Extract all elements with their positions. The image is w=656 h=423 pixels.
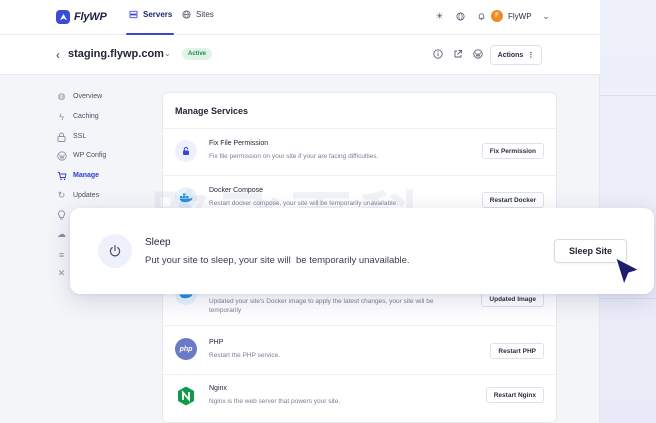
sidebar-item-label: WP Config <box>73 152 107 159</box>
tab-sites[interactable]: Sites <box>181 9 214 20</box>
service-description: Nginx is the web server that powers your… <box>209 398 341 405</box>
cart-icon <box>56 170 67 181</box>
server-header: ‹ staging.flywp.com ⌄ Active Actions ⋮ <box>0 35 600 75</box>
chevron-down-icon: ⌄ <box>542 10 550 21</box>
flywp-logo-icon <box>56 10 70 24</box>
fix-permission-button[interactable]: Fix Permission <box>481 143 544 159</box>
wordpress-icon[interactable] <box>472 48 483 59</box>
sidebar-item-label: Updates <box>73 192 100 199</box>
restart-nginx-button[interactable]: Restart Nginx <box>485 387 544 403</box>
tab-sites-label: Sites <box>196 10 214 19</box>
sidebar-item-wp-config[interactable]: WP Config <box>56 150 106 161</box>
service-name: PHP <box>209 339 224 346</box>
cloud-icon: ☁ <box>57 229 66 239</box>
sidebar-item-ssl[interactable]: SSL <box>56 131 86 142</box>
chevron-down-icon[interactable]: ⌄ <box>164 49 171 58</box>
globe-icon[interactable] <box>455 11 466 22</box>
divider <box>163 374 556 375</box>
lock-icon <box>175 140 197 162</box>
wordpress-icon <box>56 150 67 161</box>
service-description: Fix file permission on your site if your… <box>209 153 379 160</box>
service-name: Fix File Permission <box>209 140 269 147</box>
globe-icon: ◍ <box>57 91 66 101</box>
sidebar-item-label: SSL <box>73 133 87 140</box>
globe-icon <box>181 9 192 20</box>
panel-title: Manage Services <box>175 106 249 116</box>
sidebar-item-overview[interactable]: ◍ Overview <box>56 91 103 102</box>
service-description: Updated your site's Docker image to appl… <box>209 298 434 314</box>
divider <box>163 128 556 129</box>
divider <box>163 175 556 176</box>
restart-docker-button[interactable]: Restart Docker <box>481 192 544 208</box>
sun-icon[interactable]: ☀ <box>434 11 445 22</box>
external-link-icon[interactable] <box>452 48 463 59</box>
status-badge: Active <box>182 48 213 60</box>
user-name: FlyWP <box>508 11 532 21</box>
bolt-icon: ϟ <box>59 111 64 122</box>
sleep-card: Sleep Put your site to sleep, your site … <box>70 208 654 294</box>
brand-name: FlyWP <box>74 11 107 23</box>
actions-button[interactable]: Actions ⋮ <box>490 45 542 65</box>
restart-php-button[interactable]: Restart PHP <box>490 343 544 359</box>
docker-icon <box>175 187 197 209</box>
service-description: Restart the PHP service. <box>209 352 281 359</box>
sleep-description: Put your site to sleep, your site will b… <box>145 255 410 266</box>
server-name: staging.flywp.com <box>68 48 164 60</box>
lock-icon <box>56 131 67 142</box>
list-icon: ≡ <box>58 249 65 260</box>
background-rule <box>600 95 656 96</box>
sidebar-item-caching[interactable]: ϟ Caching <box>56 111 99 122</box>
php-icon: php <box>175 338 197 360</box>
sidebar-item-manage[interactable]: Manage <box>56 170 99 181</box>
sleep-title: Sleep <box>145 237 171 248</box>
top-navigation: FlyWP Servers Sites ☀ F FlyWP ⌄ <box>0 0 600 35</box>
nginx-icon <box>175 385 197 407</box>
user-menu[interactable]: F FlyWP ⌄ <box>491 10 552 22</box>
info-icon[interactable] <box>432 48 443 59</box>
brand-logo[interactable]: FlyWP <box>56 10 107 24</box>
more-vertical-icon: ⋮ <box>527 52 535 59</box>
refresh-icon: ↻ <box>57 190 66 200</box>
sidebar-item-label: Overview <box>73 93 103 100</box>
service-description: Restart docker compose, your site will b… <box>209 200 398 207</box>
sidebar-item-updates[interactable]: ↻ Updates <box>56 190 99 201</box>
cursor-icon <box>612 254 644 295</box>
service-name: Nginx <box>209 385 227 392</box>
service-name: Docker Compose <box>209 187 264 194</box>
bell-icon[interactable] <box>476 11 487 22</box>
tab-servers-label: Servers <box>143 10 173 19</box>
divider <box>163 325 556 326</box>
background-rule <box>600 298 656 299</box>
sidebar-item-label: Caching <box>73 113 99 120</box>
sidebar-item-label: Manage <box>73 172 100 179</box>
tools-icon: ✕ <box>57 268 66 278</box>
avatar: F <box>491 10 503 22</box>
back-arrow-icon[interactable]: ‹ <box>56 48 60 62</box>
power-icon <box>98 234 132 268</box>
bulb-icon <box>56 209 67 220</box>
server-icon <box>128 9 139 20</box>
actions-label: Actions <box>497 51 524 59</box>
tab-servers[interactable]: Servers <box>125 9 175 35</box>
